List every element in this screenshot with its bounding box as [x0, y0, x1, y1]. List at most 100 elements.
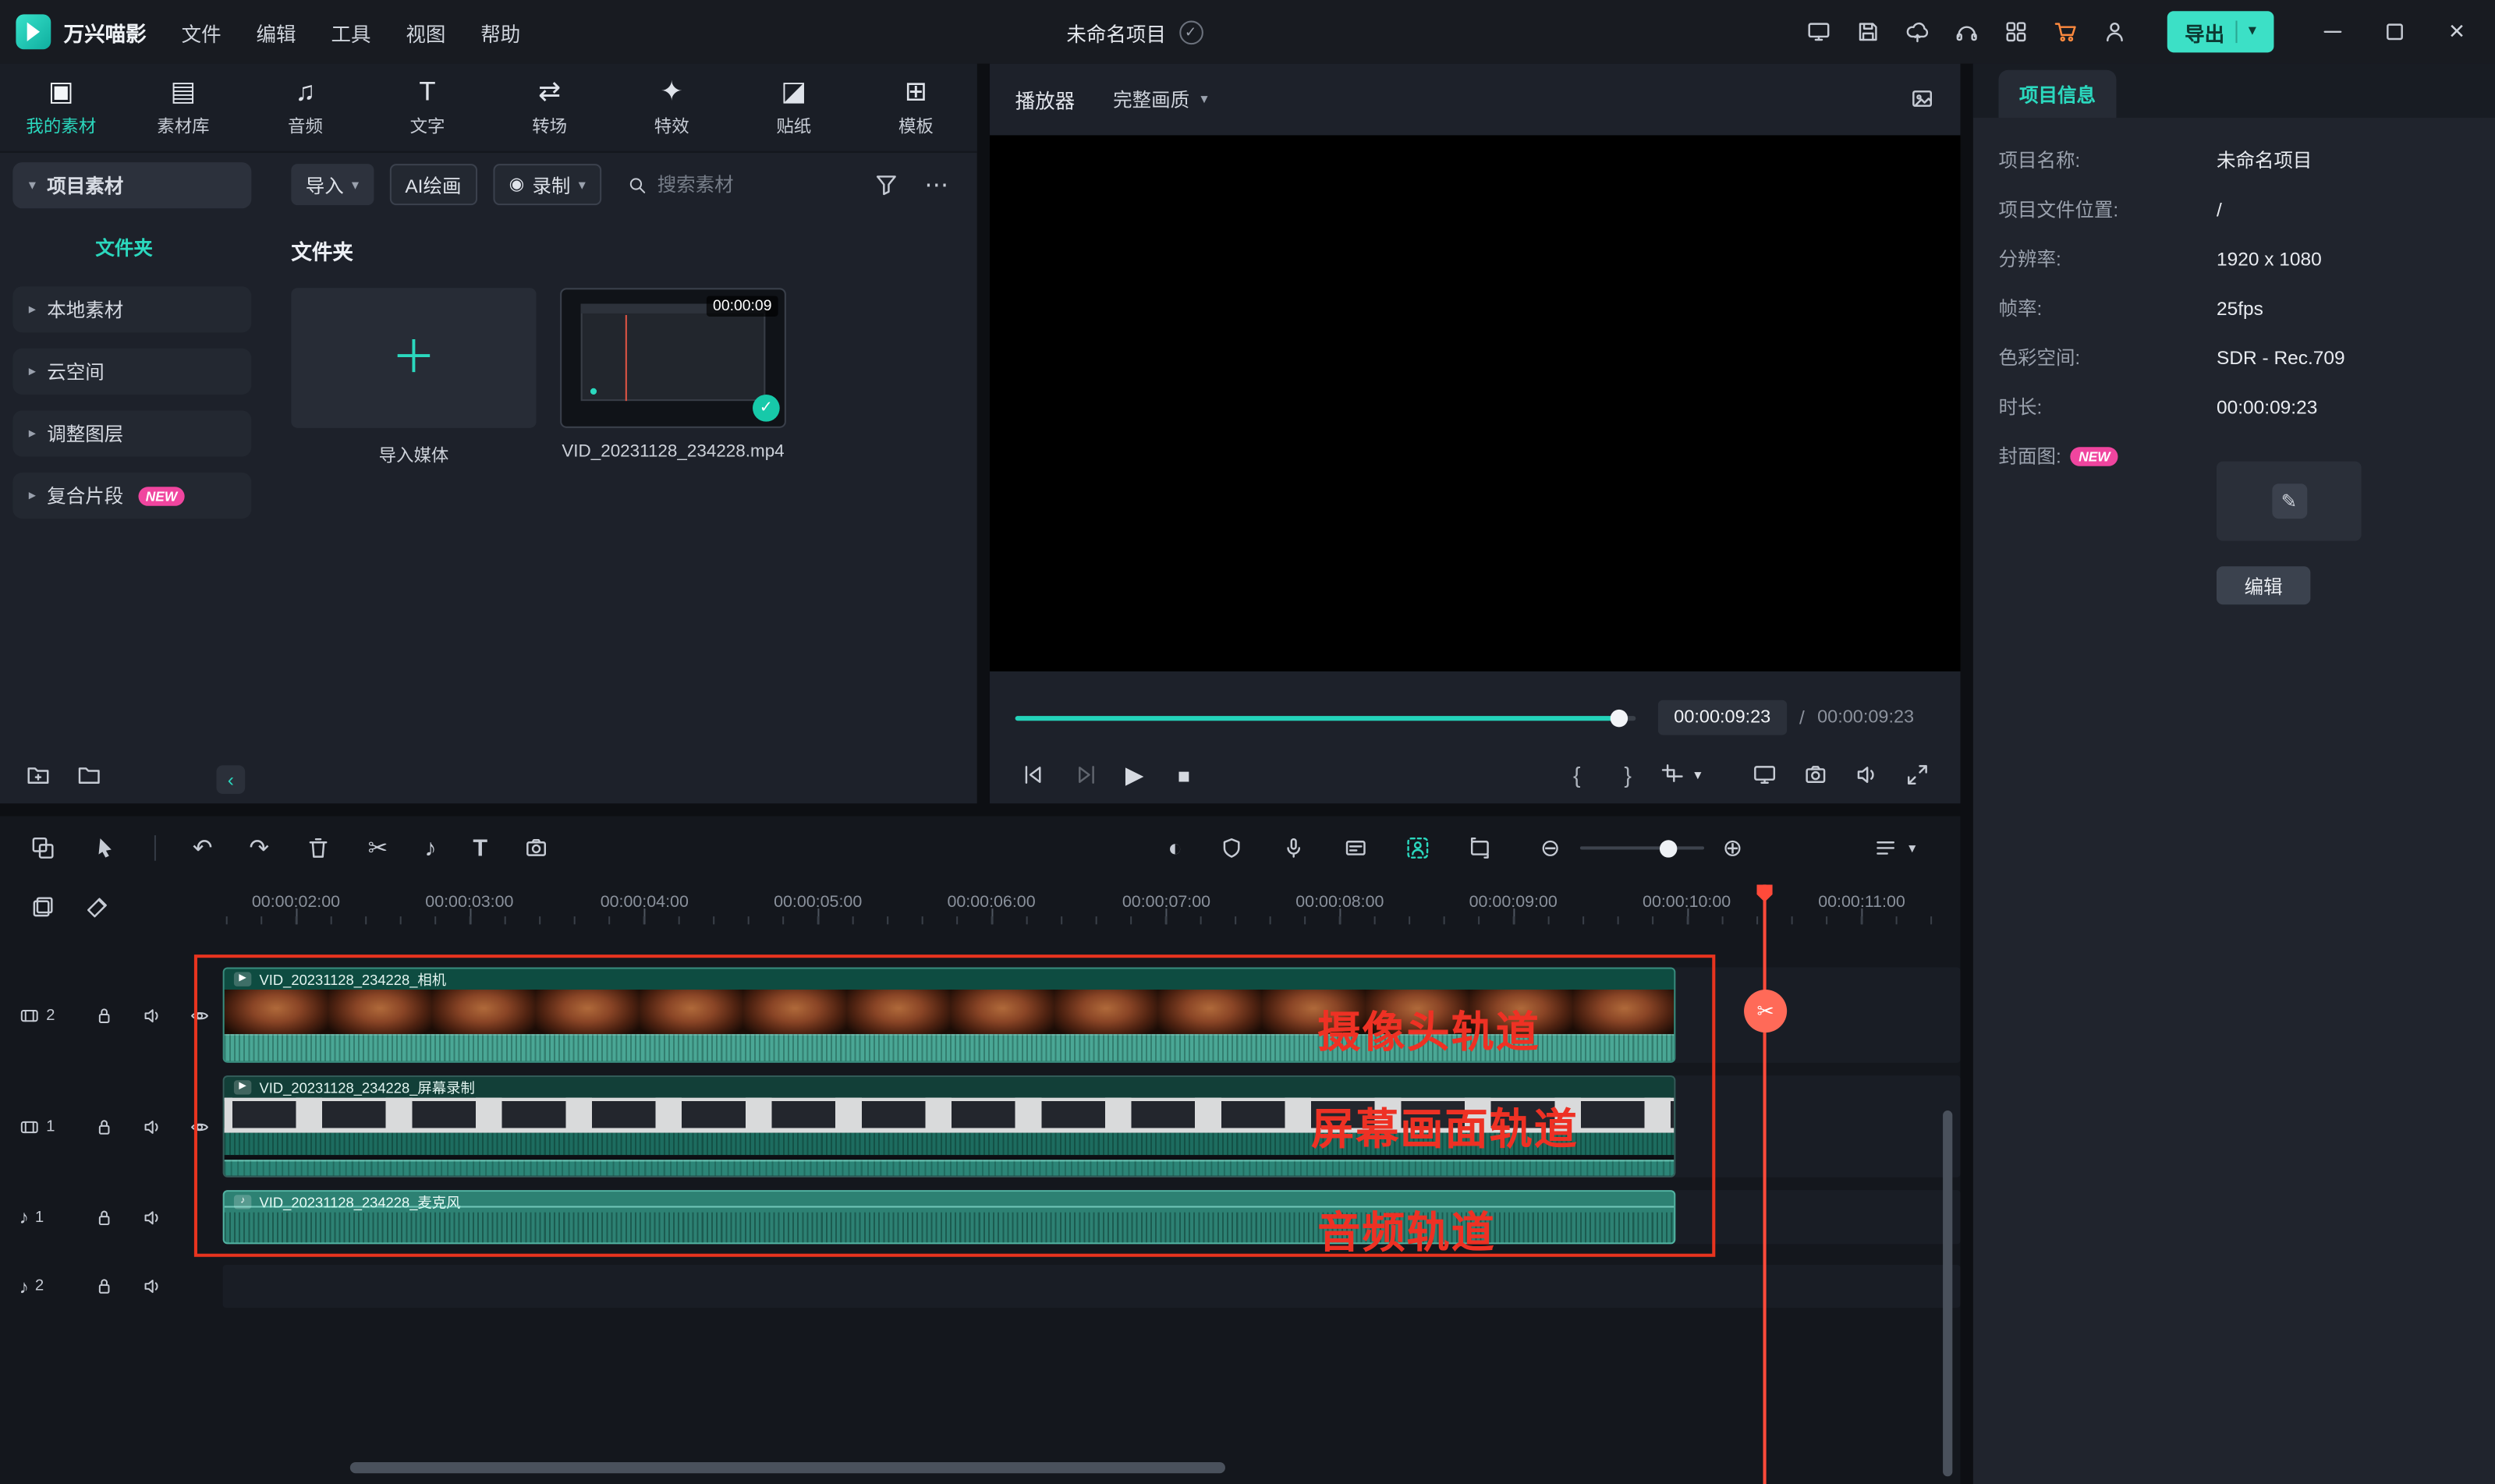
crop-chevron-icon[interactable]: ▾	[1690, 751, 1706, 799]
progress-knob[interactable]	[1611, 709, 1628, 726]
save-icon[interactable]	[1855, 19, 1881, 44]
tab-my-media[interactable]: ▣我的素材	[0, 76, 122, 139]
lock-icon[interactable]	[94, 1206, 115, 1227]
tab-transitions[interactable]: ⇄转场	[488, 76, 611, 139]
horizontal-scrollbar[interactable]	[350, 1462, 1225, 1473]
mark-out-button[interactable]: }	[1617, 751, 1639, 799]
quality-dropdown[interactable]: 完整画质▾	[1113, 86, 1207, 113]
menu-view[interactable]: 视图	[406, 16, 445, 47]
chroma-key-icon[interactable]	[1405, 835, 1431, 861]
video-preview[interactable]	[990, 135, 1961, 671]
voiceover-mic-icon[interactable]	[1281, 835, 1306, 861]
plugins-grid-icon[interactable]	[2004, 19, 2029, 44]
tab-stickers[interactable]: ◪贴纸	[733, 76, 856, 139]
search-input[interactable]	[657, 173, 832, 196]
sidebar-item-compound-clip[interactable]: ▸复合片段NEW	[12, 473, 251, 519]
split-scissors-icon[interactable]: ✂	[368, 836, 388, 860]
close-button[interactable]: ×	[2438, 12, 2476, 51]
lock-icon[interactable]	[94, 1116, 115, 1137]
minimize-button[interactable]	[2313, 12, 2351, 51]
playhead-line[interactable]	[1763, 884, 1767, 1484]
duplicate-track-icon[interactable]	[30, 894, 56, 920]
mute-speaker-icon[interactable]	[142, 1206, 163, 1227]
media-clip-tile[interactable]: 00:00:09 ✓ VID_20231128_234228.mp4	[560, 288, 786, 468]
menu-edit[interactable]: 编辑	[257, 16, 296, 47]
text-tool-icon[interactable]: T	[473, 836, 487, 860]
edit-cover-pencil-icon[interactable]: ✎	[2271, 483, 2306, 519]
cloud-upload-icon[interactable]	[1905, 19, 1930, 44]
play-button[interactable]: ▶	[1120, 751, 1149, 799]
volume-icon[interactable]	[1852, 751, 1881, 799]
tab-project-info[interactable]: 项目信息	[1998, 70, 2116, 118]
menu-file[interactable]: 文件	[182, 16, 222, 47]
lock-icon[interactable]	[94, 1276, 115, 1297]
sidebar-item-local-media[interactable]: ▸本地素材	[12, 286, 251, 332]
tab-effects[interactable]: ✦特效	[611, 76, 733, 139]
hide-eye-icon[interactable]	[190, 1116, 211, 1137]
step-forward-button[interactable]	[1072, 751, 1101, 799]
track-manager-icon[interactable]	[1873, 835, 1899, 861]
zoom-slider[interactable]	[1579, 846, 1703, 849]
mark-in-button[interactable]: {	[1566, 751, 1589, 799]
export-button[interactable]: 导出▾	[2167, 11, 2274, 52]
collapse-sidebar-button[interactable]: ‹	[216, 765, 245, 794]
fullscreen-icon[interactable]	[1903, 751, 1932, 799]
chevron-down-icon[interactable]: ▾	[1908, 841, 1916, 855]
zoom-in-icon[interactable]: ⊕	[1723, 836, 1743, 860]
mask-icon[interactable]	[1219, 835, 1245, 861]
app-logo-icon[interactable]	[16, 14, 51, 49]
record-button[interactable]: ◉录制▾	[493, 164, 601, 205]
ai-paint-button[interactable]: AI绘画	[389, 164, 477, 205]
snapshot-camera-icon[interactable]	[1802, 751, 1830, 799]
zoom-out-icon[interactable]: ⊖	[1540, 836, 1561, 860]
select-tool-icon[interactable]	[92, 835, 118, 861]
tab-text[interactable]: T文字	[367, 76, 489, 139]
cover-thumbnail[interactable]: ✎	[2217, 462, 2362, 541]
account-icon[interactable]	[2102, 19, 2128, 44]
folder-icon[interactable]	[76, 762, 102, 788]
skip-to-start-button[interactable]	[1019, 751, 1047, 799]
more-options-icon[interactable]: ⋯	[924, 172, 948, 197]
support-headset-icon[interactable]	[1954, 19, 1979, 44]
import-media-tile[interactable]: ＋ 导入媒体	[291, 288, 536, 468]
zoom-knob[interactable]	[1659, 839, 1676, 856]
media-browser-icon[interactable]	[30, 835, 56, 861]
mute-speaker-icon[interactable]	[142, 1116, 163, 1137]
delete-icon[interactable]	[306, 835, 331, 861]
razor-tool-icon[interactable]	[84, 894, 110, 920]
menu-tools[interactable]: 工具	[331, 16, 370, 47]
edit-cover-button[interactable]: 编辑	[2217, 566, 2310, 604]
undo-icon[interactable]: ↶	[193, 836, 213, 860]
snapshot-image-icon[interactable]	[1909, 86, 1935, 112]
tab-templates[interactable]: ⊞模板	[855, 76, 977, 139]
mirror-screen-icon[interactable]	[1750, 751, 1779, 799]
sidebar-item-adjustment-layer[interactable]: ▸调整图层	[12, 410, 251, 456]
crop-ratio-icon[interactable]	[1658, 751, 1687, 799]
maximize-button[interactable]	[2376, 12, 2414, 51]
audio-keyframe-icon[interactable]: ♪	[424, 836, 436, 860]
store-cart-icon[interactable]	[2053, 19, 2079, 44]
tab-audio[interactable]: ♫音频	[244, 76, 367, 139]
filter-icon[interactable]	[874, 172, 899, 197]
menu-help[interactable]: 帮助	[480, 16, 520, 47]
freeze-frame-icon[interactable]	[524, 835, 550, 861]
import-button[interactable]: 导入▾	[291, 164, 373, 205]
subtitle-icon[interactable]	[1343, 835, 1369, 861]
sidebar-item-folder[interactable]: 文件夹	[12, 225, 251, 271]
render-preview-icon[interactable]: ◐	[1168, 836, 1182, 860]
lock-icon[interactable]	[94, 1004, 115, 1025]
progress-slider[interactable]	[1015, 715, 1636, 720]
mute-speaker-icon[interactable]	[142, 1004, 163, 1025]
hide-eye-icon[interactable]	[190, 1004, 211, 1025]
mute-speaker-icon[interactable]	[142, 1276, 163, 1297]
sidebar-item-cloud[interactable]: ▸云空间	[12, 349, 251, 395]
cut-scissors-badge[interactable]: ✂	[1744, 990, 1787, 1032]
sidebar-item-project-media[interactable]: ▾项目素材	[12, 162, 251, 208]
tab-stock-media[interactable]: ▤素材库	[122, 76, 245, 139]
stop-button[interactable]: ■	[1170, 751, 1199, 799]
vertical-scrollbar[interactable]	[1943, 1110, 1952, 1476]
auto-reframe-icon[interactable]	[1467, 835, 1493, 861]
redo-icon[interactable]: ↷	[249, 836, 269, 860]
new-folder-icon[interactable]	[26, 762, 51, 788]
preview-quality-icon[interactable]	[1806, 19, 1832, 44]
